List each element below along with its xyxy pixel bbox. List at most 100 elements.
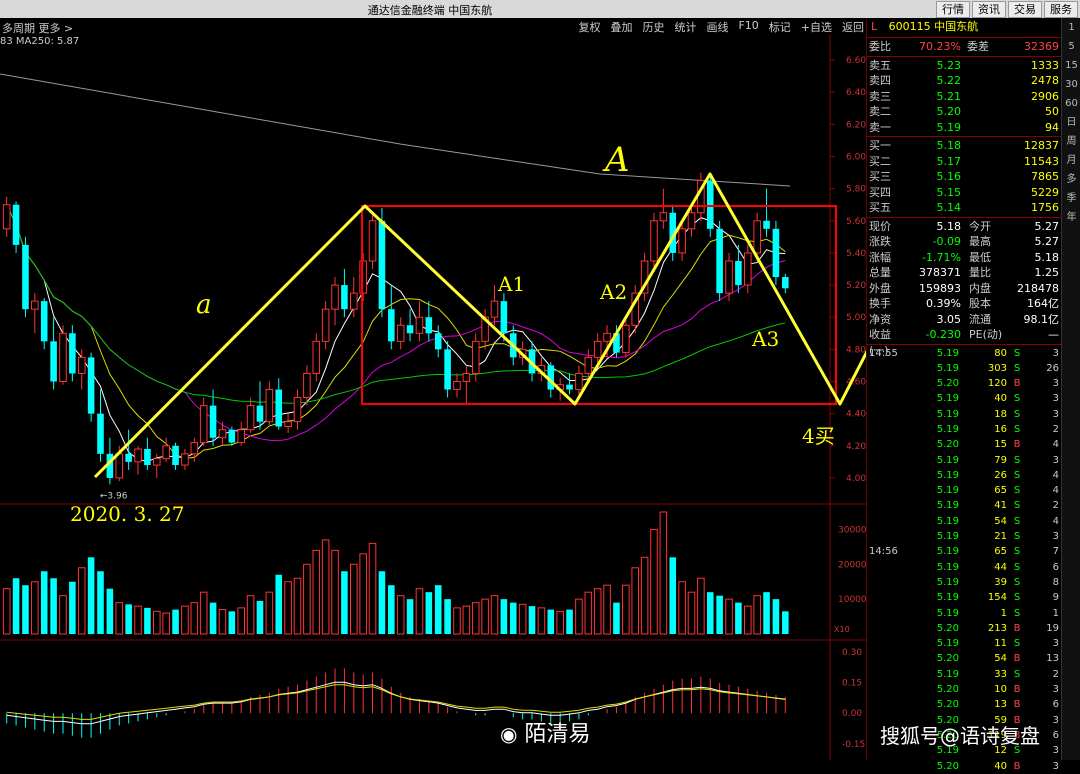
sell-row[interactable]: 卖四 5.22 2478 (867, 73, 1061, 89)
tick-price: 5.19 (936, 500, 959, 512)
tick-count: 2 (1052, 423, 1059, 435)
menu-fuwu[interactable]: 服务 (1044, 1, 1078, 18)
tick-volume: 15 (994, 439, 1007, 451)
sell-row[interactable]: 卖三 5.21 2906 (867, 89, 1061, 105)
tick-time (869, 498, 913, 513)
toolbar-button[interactable]: 历史 (642, 19, 664, 35)
buy-row[interactable]: 买一 5.18 12837 (867, 138, 1061, 154)
stats-table: 现价 5.18 今开 5.27 涨跌 -0.09 最高 5.27 涨幅 -1.71% 最低 5.18 总… (867, 219, 1061, 357)
tick-time (869, 376, 913, 391)
order-price: 5.19 (936, 120, 962, 134)
candle-body (782, 277, 789, 289)
volume-bar (547, 609, 555, 634)
tick-volume: 40 (994, 760, 1007, 772)
stat-value-2: 164亿 (1027, 297, 1059, 310)
candle-body (763, 220, 770, 229)
tick-price: 5.19 (936, 362, 959, 374)
volume-bar (321, 539, 330, 635)
candle-body (303, 372, 311, 399)
candle-body (228, 429, 236, 443)
candle-body (706, 180, 714, 229)
tick-row: 5.20 213 B 19 (867, 621, 1061, 636)
buy-row[interactable]: 买三 5.16 7865 (867, 169, 1061, 185)
stat-row: 净资 3.05 流通 98.1亿 (867, 312, 1061, 328)
toolbar-button[interactable]: 返回 (842, 19, 864, 35)
menu-hangqing[interactable]: 行情 (936, 1, 970, 18)
toolbar-button[interactable]: +自选 (801, 19, 832, 35)
tick-list[interactable]: 14:55 5.19 80 S 3 5.19 303 S 26 5.20 120 B 3 5.19 40 S 3… (867, 346, 1061, 774)
period-button[interactable]: 季 (1062, 189, 1080, 208)
candle-body (237, 429, 245, 444)
buy-row[interactable]: 买二 5.17 11543 (867, 154, 1061, 170)
toolbar-button[interactable]: 画线 (706, 19, 728, 35)
tick-side: S (1013, 638, 1021, 650)
period-button[interactable]: 周 (1062, 132, 1080, 151)
order-price: 5.23 (936, 58, 962, 72)
sell-row[interactable]: 卖二 5.20 50 (867, 104, 1061, 120)
toolbar-button[interactable]: 统计 (674, 19, 696, 35)
kline-chart[interactable]: 6.60 6.40 6.20 6.00 5.80 5.60 5.40 5.20 5.00 4.80… (0, 34, 866, 760)
volume-bar (415, 588, 424, 635)
tick-count: 3 (1052, 454, 1059, 466)
toolbar-button[interactable]: 叠加 (610, 19, 632, 35)
period-button[interactable]: 日 (1062, 113, 1080, 132)
stat-label-2: 内盘 (969, 281, 991, 295)
stat-label-2: 股本 (969, 297, 991, 310)
candle-body (650, 220, 658, 262)
menu-zixun[interactable]: 资讯 (972, 1, 1006, 18)
tick-row: 5.19 11 S 3 (867, 636, 1061, 651)
volume-bar (613, 602, 620, 634)
stat-label: 涨幅 (869, 250, 891, 264)
stat-value: 159893 (919, 281, 961, 295)
buy-row[interactable]: 买五 5.14 1756 (867, 200, 1061, 216)
stat-label-2: PE(动) (969, 328, 1003, 341)
tick-time (869, 697, 913, 712)
period-button[interactable]: 15 (1062, 56, 1080, 75)
tick-count: 3 (1052, 531, 1059, 543)
macd-tick-label: 0.00 (842, 709, 862, 719)
candle-body (772, 228, 780, 278)
tick-price: 5.20 (936, 684, 959, 696)
macd-tick-label: 0.15 (842, 679, 862, 689)
buy-row[interactable]: 买四 5.15 5229 (867, 185, 1061, 201)
weibo-icon: ◉ (500, 722, 518, 746)
tick-time (869, 391, 913, 406)
volume-tick-label: 10000 (838, 595, 866, 605)
sell-row[interactable]: 卖一 5.19 94 (867, 120, 1061, 136)
toolbar-button[interactable]: 复权 (578, 19, 600, 35)
period-button[interactable]: 月 (1062, 151, 1080, 170)
candle-body (312, 340, 321, 374)
tick-count: 3 (1052, 347, 1059, 359)
period-button[interactable]: 5 (1062, 37, 1080, 56)
volume-bar (293, 577, 302, 635)
period-button[interactable]: 60 (1062, 94, 1080, 113)
candle-body (735, 260, 742, 286)
window-title: 通达信金融终端 中国东航 (367, 4, 493, 17)
stat-value-2: 98.1亿 (1023, 312, 1060, 326)
tick-time (869, 636, 913, 651)
volume-tick-label: 30000 (838, 525, 866, 535)
period-button[interactable]: 多 (1062, 170, 1080, 189)
tick-time (869, 682, 913, 697)
toolbar-button[interactable]: 标记 (769, 19, 791, 35)
order-volume: 12837 (1024, 139, 1059, 152)
period-button[interactable]: 30 (1062, 75, 1080, 94)
tick-row: 5.19 44 S 6 (867, 560, 1061, 575)
menu-jiaoyi[interactable]: 交易 (1008, 1, 1042, 18)
candle-body (256, 405, 264, 422)
tick-volume: 54 (994, 515, 1007, 527)
candle-body (190, 442, 199, 455)
period-button[interactable]: 年 (1062, 208, 1080, 227)
candle-body (40, 301, 48, 342)
weibo-name: 陌清易 (524, 722, 591, 747)
period-button[interactable]: 1 (1062, 18, 1080, 37)
candle-body (12, 204, 20, 245)
tick-volume: 79 (994, 454, 1007, 466)
tick-count: 6 (1052, 699, 1059, 711)
volume-bar (40, 571, 48, 634)
candle-body (396, 324, 405, 342)
stat-label-2: 流通 (969, 312, 991, 326)
candle-body (181, 453, 189, 466)
toolbar-button[interactable]: F10 (738, 19, 758, 35)
sell-row[interactable]: 卖五 5.23 1333 (867, 58, 1061, 74)
